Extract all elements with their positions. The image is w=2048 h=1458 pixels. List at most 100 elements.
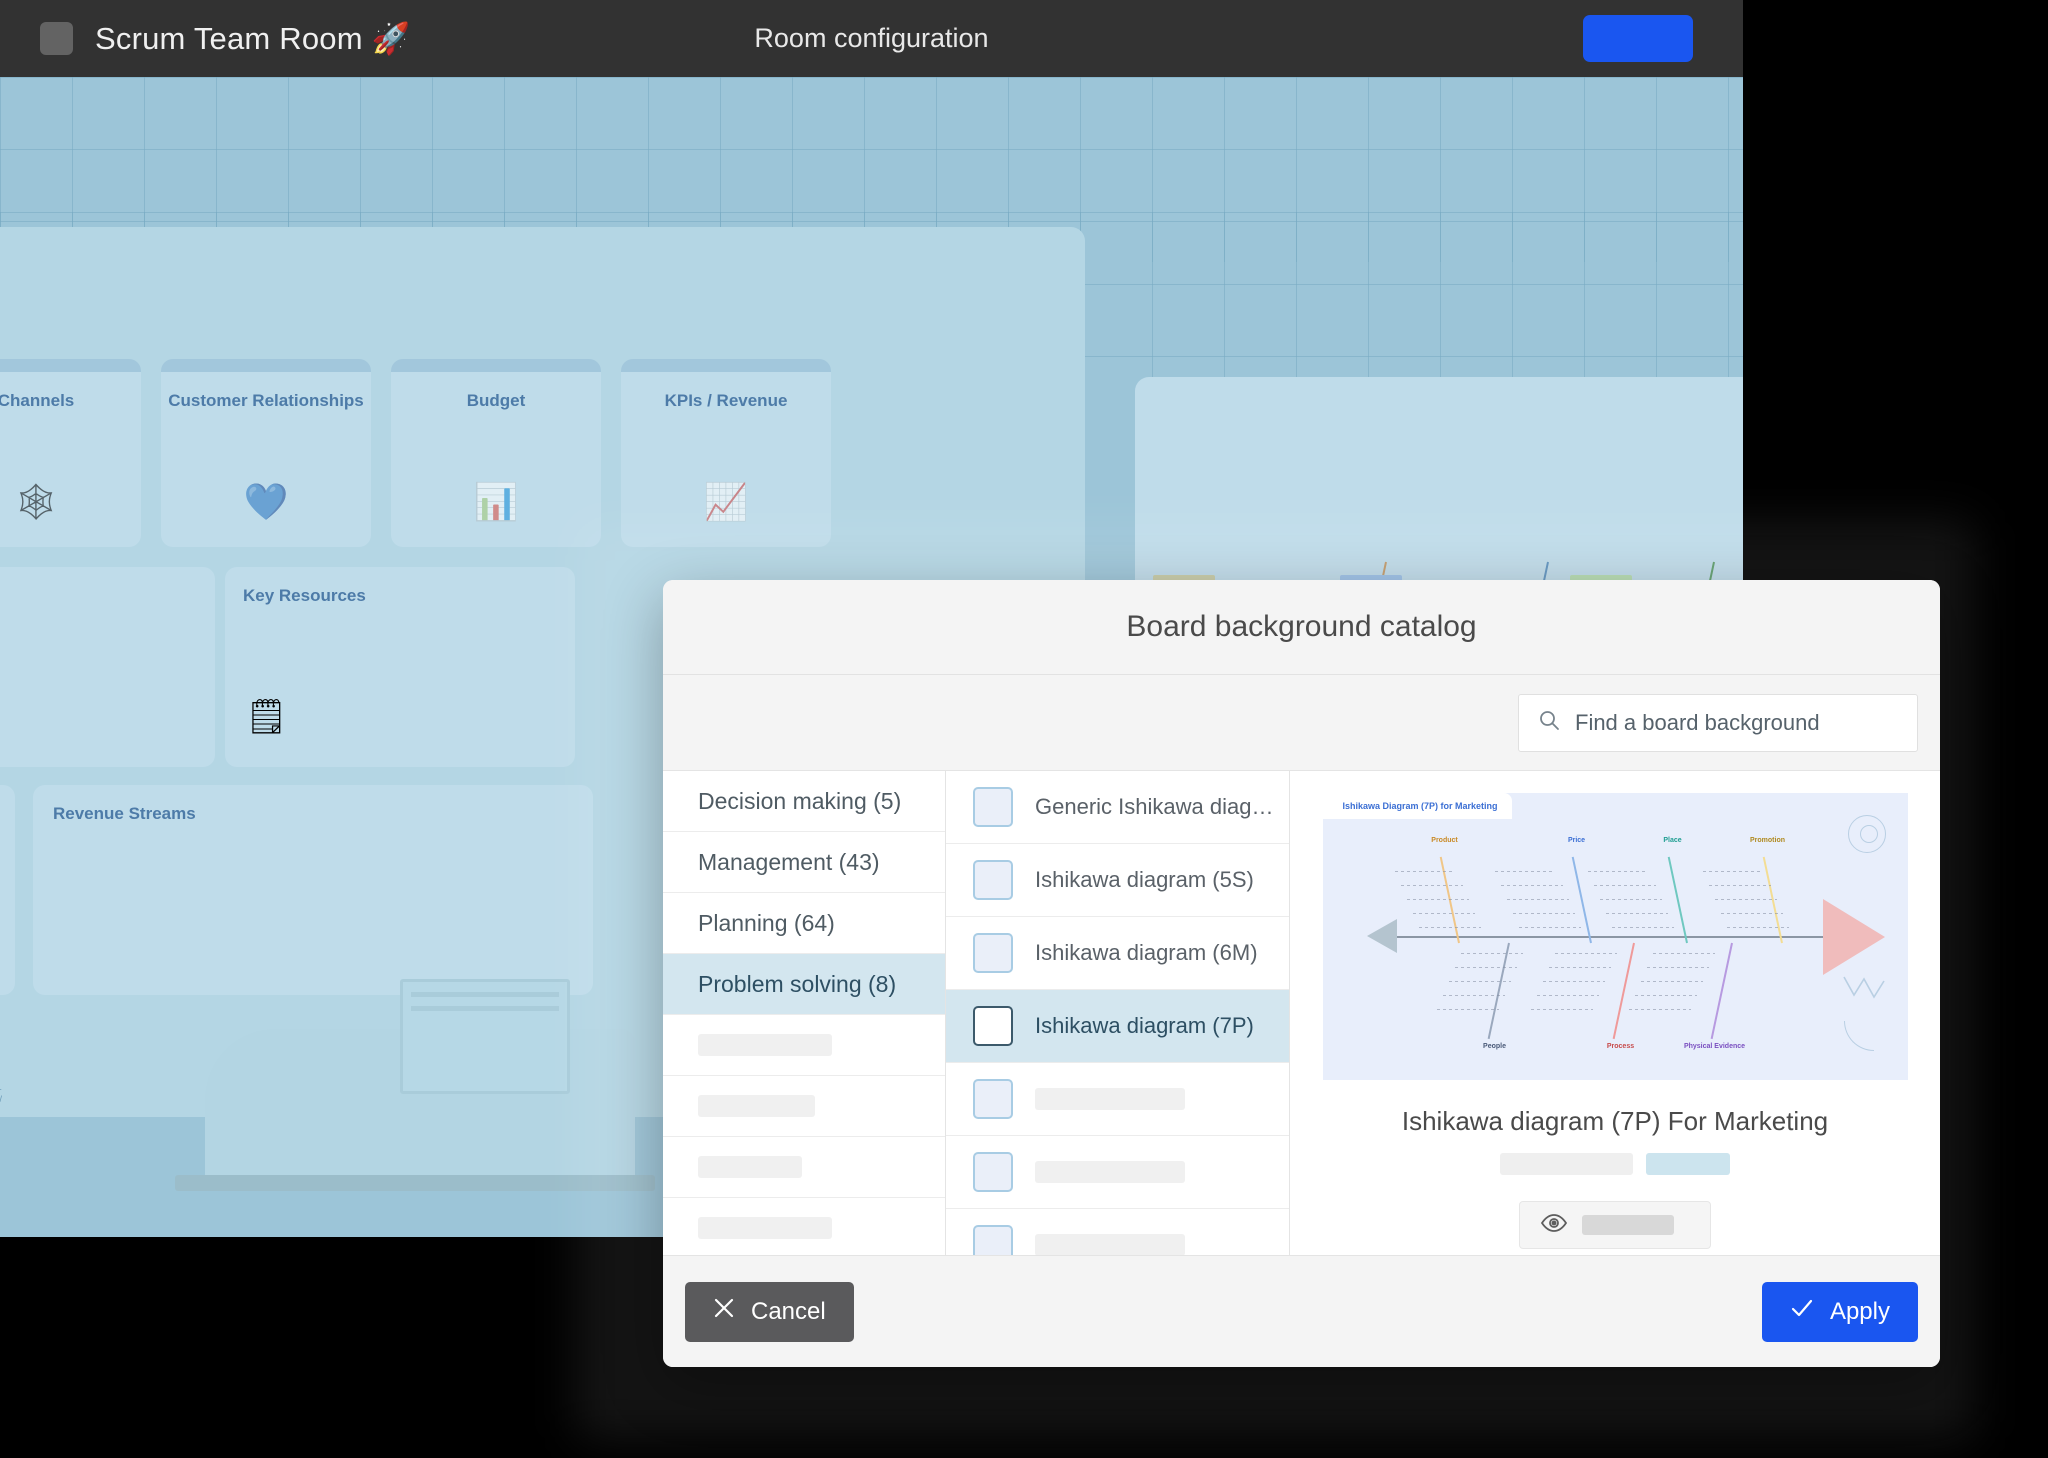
dialog-footer: Cancel Apply [663,1255,1940,1367]
category-item-placeholder[interactable] [663,1015,945,1076]
bar-chart-icon: 📊 [473,481,519,522]
search-input[interactable] [1575,709,1899,736]
background-item-list[interactable]: Generic Ishikawa diag… Ishikawa diagram … [946,771,1290,1255]
canvas-card-budget[interactable]: Budget 📊 [391,359,601,547]
diagram-bone-process [1612,942,1635,1040]
category-label: Management (43) [698,848,880,875]
canvas-license-credit: …-Share Alike 3.0. …enses/by-sa/3.0/ [0,1081,2,1105]
category-label: Decision making (5) [698,787,902,814]
canvas-card-title: Customer Relationships [168,391,364,410]
item-checkbox[interactable] [973,933,1013,973]
item-label: Ishikawa diagram (5S) [1035,867,1254,892]
preview-chip-secondary [1646,1153,1730,1175]
diagram-bone-price [1571,856,1592,944]
diagram-bone-label: Promotion [1750,837,1785,844]
canvas-card-title: Budget [466,391,526,410]
skeleton-bar [698,1034,832,1056]
category-item[interactable]: Planning (64) [663,893,945,954]
background-item-placeholder[interactable] [946,1136,1289,1209]
preview-panel: Ishikawa Diagram (7P) for Marketing Prod… [1290,771,1940,1255]
board-background-catalog-dialog: Board background catalog Decision making… [663,580,1940,1367]
skeleton-bar [698,1217,832,1239]
canvas-card-customer-relationships[interactable]: Customer Relationships 💙 [161,359,371,547]
canvas-card-title: Revenue Streams [53,804,196,823]
top-bar: Scrum Team Room 🚀 [0,0,1743,77]
category-item[interactable]: Decision making (5) [663,771,945,832]
canvas-card-revenue-streams[interactable]: Revenue Streams [33,785,593,995]
diagram-bone-place [1667,856,1688,944]
category-item-placeholder[interactable] [663,1076,945,1137]
background-item[interactable]: Generic Ishikawa diag… [946,771,1289,844]
eye-icon [1540,1213,1568,1238]
diagram-bone-label: Process [1606,1043,1635,1050]
item-checkbox[interactable] [973,1079,1013,1119]
category-item-placeholder[interactable] [663,1137,945,1198]
check-icon [1790,1297,1814,1326]
category-label: Problem solving (8) [698,970,897,997]
diagram-bone-label: Product [1431,837,1458,844]
cancel-button[interactable]: Cancel [685,1281,854,1342]
dialog-body: Decision making (5) Management (43) Plan… [663,770,1940,1255]
diagram-bone-label: Price [1567,837,1586,844]
category-item-selected[interactable]: Problem solving (8) [663,954,945,1015]
topbar-action-button[interactable] [1583,15,1693,62]
category-item-placeholder[interactable] [663,1198,945,1255]
background-item-placeholder[interactable] [946,1209,1289,1255]
item-label: Generic Ishikawa diag… [1035,794,1274,819]
decoration-quarter [1843,1021,1874,1051]
canvas-card-title: KPIs / Revenue [664,391,788,410]
background-item[interactable]: Ishikawa diagram (5S) [946,844,1289,917]
diagram-spine [1394,936,1835,938]
canvas-card-title: Key Resources [243,586,366,605]
decoration-circle-inner [1859,825,1878,843]
dialog-search-row [663,675,1940,770]
item-checkbox[interactable] [973,787,1013,827]
search-field-wrapper[interactable] [1518,693,1918,752]
item-checkbox[interactable] [973,1152,1013,1192]
category-item[interactable]: Management (43) [663,832,945,893]
thumbnail-tab: Ishikawa Diagram (7P) for Marketing [1322,793,1512,819]
preview-title: Ishikawa diagram (7P) For Marketing [1401,1106,1829,1136]
apply-button[interactable]: Apply [1761,1281,1918,1342]
diagram-bone-label: People [1483,1043,1506,1050]
app-logo-placeholder[interactable] [40,22,73,55]
dialog-header: Board background catalog [663,580,1940,675]
canvas-card-cost-structure[interactable]: 💰 [0,785,15,995]
diagram-bone-people [1487,942,1510,1040]
canvas-card-title: Channels [0,391,75,410]
item-checkbox[interactable] [973,1225,1013,1255]
category-label: Planning (64) [698,909,835,936]
skeleton-bar [1035,1234,1185,1255]
preview-action-bar[interactable] [1519,1201,1711,1249]
preview-chips [1500,1153,1730,1175]
background-item-selected[interactable]: Ishikawa diagram (7P) [946,990,1289,1063]
screenshot-root: Scrum Team Room 🚀 Room configuration Cha… [0,0,2048,1458]
item-label: Ishikawa diagram (7P) [1035,1013,1254,1038]
search-icon [1537,708,1561,737]
skeleton-bar [698,1156,802,1178]
close-icon [713,1297,735,1326]
item-checkbox[interactable] [973,1006,1013,1046]
category-list[interactable]: Decision making (5) Management (43) Plan… [663,771,946,1255]
background-item[interactable]: Ishikawa diagram (6M) [946,917,1289,990]
background-item-placeholder[interactable] [946,1063,1289,1136]
money-bag-icon: 💰 [0,929,15,971]
diagram-bone-physical-evidence [1710,942,1733,1040]
laptop-shape [400,979,570,1094]
canvas-card-blank-left[interactable] [0,567,215,767]
canvas-card-key-resources[interactable]: Key Resources [225,567,575,767]
preview-chip-primary [1500,1153,1633,1175]
preview-thumbnail[interactable]: Ishikawa Diagram (7P) for Marketing Prod… [1322,793,1908,1080]
canvas-card-channels[interactable]: Channels 🕸 [0,359,141,547]
canvas-card-kpis-revenue[interactable]: KPIs / Revenue 📈 [621,359,831,547]
dialog-title: Board background catalog [1126,610,1477,643]
cancel-label: Cancel [751,1297,826,1325]
apply-label: Apply [1829,1297,1890,1325]
skeleton-bar [698,1095,815,1117]
item-checkbox[interactable] [973,860,1013,900]
item-label: Ishikawa diagram (6M) [1035,940,1258,965]
skeleton-bar [1035,1088,1185,1110]
room-name: Scrum Team Room 🚀 [95,21,411,56]
pie-chart-icon: 📈 [703,481,749,522]
thumbnail-tab-label: Ishikawa Diagram (7P) for Marketing [1342,801,1498,811]
